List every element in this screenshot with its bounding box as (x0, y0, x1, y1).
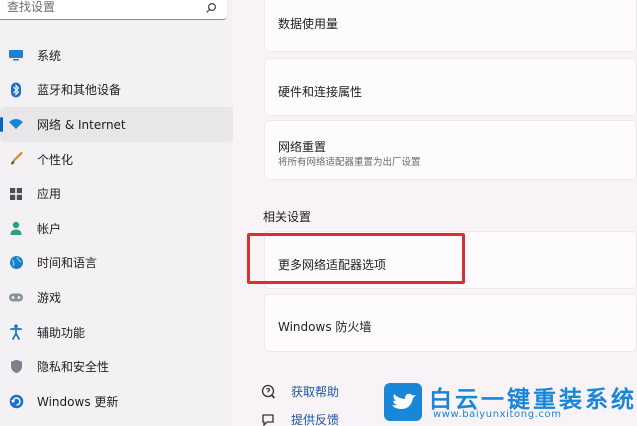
get-help-link[interactable]: 获取帮助 (261, 383, 339, 400)
shield-icon (8, 359, 24, 375)
gamepad-icon (8, 289, 24, 305)
sidebar-item-label: 时间和语言 (37, 256, 98, 271)
sidebar-item-label: Windows 更新 (37, 394, 119, 409)
sidebar-item-label: 帐户 (37, 221, 62, 236)
main-content: 数据使用量 硬件和连接属性 网络重置 将所有网络适配器重置为出厂设置 相关设置 … (233, 0, 637, 426)
highlight-box (247, 233, 465, 284)
sidebar-item-label: 辅助功能 (37, 325, 86, 340)
hardware-properties-card[interactable]: 硬件和连接属性 (264, 58, 637, 116)
bluetooth-icon (8, 82, 24, 98)
sidebar-item-label: 游戏 (37, 290, 62, 305)
sidebar-item-system[interactable]: 系统 (0, 38, 233, 73)
data-usage-card[interactable]: 数据使用量 (264, 0, 637, 52)
sidebar-item-network[interactable]: 网络 & Internet (0, 107, 233, 142)
give-feedback-label: 提供反馈 (291, 413, 340, 426)
sidebar-item-label: 个性化 (37, 152, 74, 167)
sidebar-item-apps[interactable]: 应用 (0, 176, 233, 211)
sidebar-item-accessibility[interactable]: 辅助功能 (0, 315, 233, 350)
watermark: 白云一键重装系统 www.baiyunxitong.com (383, 378, 637, 426)
card-subtitle: 将所有网络适配器重置为出厂设置 (278, 157, 421, 168)
sidebar-item-gaming[interactable]: 游戏 (0, 280, 233, 315)
sidebar-item-label: 网络 & Internet (37, 117, 126, 132)
sidebar-item-bluetooth[interactable]: 蓝牙和其他设备 (0, 73, 233, 108)
network-reset-card[interactable]: 网络重置 将所有网络适配器重置为出厂设置 (264, 120, 637, 180)
card-title: Windows 防火墙 (278, 320, 372, 334)
apps-icon (8, 186, 24, 202)
sidebar-nav: 系统 蓝牙和其他设备 网络 & Internet 个性化 应用 帐户 时间和语言… (0, 38, 233, 419)
card-title: 硬件和连接属性 (278, 85, 363, 99)
sidebar-item-label: 应用 (37, 187, 62, 202)
wifi-icon (8, 116, 24, 132)
brush-icon (8, 151, 24, 167)
sidebar-item-accounts[interactable]: 帐户 (0, 211, 233, 246)
feedback-icon (261, 412, 277, 426)
search-placeholder: 查找设置 (7, 0, 56, 14)
bird-logo-icon (384, 383, 422, 421)
sidebar-item-label: 隐私和安全性 (37, 360, 110, 375)
related-settings-heading: 相关设置 (263, 210, 312, 224)
sidebar-item-personalization[interactable]: 个性化 (0, 142, 233, 177)
person-icon (8, 220, 24, 236)
get-help-label: 获取帮助 (291, 385, 340, 399)
card-title: 网络重置 (278, 140, 327, 154)
card-title: 数据使用量 (278, 17, 339, 31)
monitor-icon (8, 47, 24, 63)
sidebar-item-privacy[interactable]: 隐私和安全性 (0, 349, 233, 384)
update-icon (8, 393, 24, 409)
sidebar-item-label: 蓝牙和其他设备 (37, 83, 122, 98)
windows-firewall-card[interactable]: Windows 防火墙 (264, 294, 637, 352)
accessibility-icon (8, 324, 24, 340)
sidebar-item-windows-update[interactable]: Windows 更新 (0, 384, 233, 419)
globe-clock-icon (8, 255, 24, 271)
search-icon[interactable] (205, 2, 217, 14)
search-input[interactable]: 查找设置 (0, 0, 227, 20)
sidebar-item-label: 系统 (37, 48, 62, 63)
sidebar: 查找设置 系统 蓝牙和其他设备 网络 & Internet 个性化 应用 帐户 … (0, 0, 233, 426)
help-icon (261, 384, 277, 400)
give-feedback-link[interactable]: 提供反馈 (261, 411, 339, 426)
sidebar-item-time-language[interactable]: 时间和语言 (0, 246, 233, 281)
watermark-url: www.baiyunxitong.com (433, 409, 562, 420)
